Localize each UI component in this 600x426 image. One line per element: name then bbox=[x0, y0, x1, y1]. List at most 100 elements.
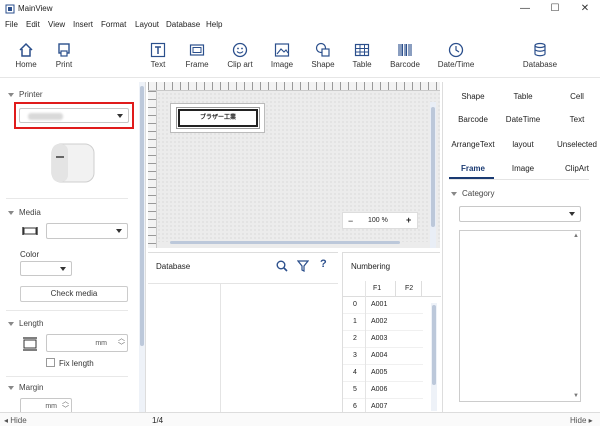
frame-icon bbox=[189, 44, 205, 56]
tab-shape[interactable]: Shape bbox=[447, 92, 499, 101]
tab-table[interactable]: Table bbox=[497, 92, 549, 101]
color-label: Color bbox=[20, 250, 40, 259]
length-stepper[interactable]: ︿ ﹀ bbox=[118, 335, 125, 351]
print-button[interactable]: Print bbox=[42, 34, 86, 76]
color-select[interactable] bbox=[20, 261, 72, 276]
maximize-button[interactable]: ☐ bbox=[540, 0, 570, 18]
database-button[interactable]: Database bbox=[518, 34, 562, 76]
zoom-control: − 100 % + bbox=[342, 212, 418, 229]
table-button[interactable]: Table bbox=[340, 34, 384, 76]
numbering-scrollbar[interactable] bbox=[431, 303, 437, 411]
scroll-thumb[interactable] bbox=[170, 241, 400, 244]
printer-select[interactable] bbox=[19, 108, 129, 123]
table-row[interactable]: 5 A006 bbox=[343, 382, 423, 399]
tab-frame[interactable]: Frame bbox=[447, 164, 499, 173]
printer-section-header[interactable]: Printer bbox=[8, 90, 43, 99]
label-canvas[interactable]: ブラザー工業 − 100 % + bbox=[148, 82, 440, 248]
hide-left-button[interactable]: ◂ Hide bbox=[4, 416, 27, 425]
menu-layout[interactable]: Layout bbox=[135, 20, 159, 29]
margin-input[interactable]: mm ︿ ﹀ bbox=[20, 398, 72, 412]
table-row[interactable]: 0 A001 bbox=[343, 297, 423, 314]
filter-icon[interactable] bbox=[297, 260, 309, 272]
fix-length-checkbox[interactable] bbox=[46, 358, 55, 367]
image-icon bbox=[274, 43, 290, 57]
table-row[interactable]: 3 A004 bbox=[343, 348, 423, 365]
table-row[interactable]: 4 A005 bbox=[343, 365, 423, 382]
right-panel: Shape Table Cell Barcode DateTime Text A… bbox=[442, 82, 600, 412]
menu-format[interactable]: Format bbox=[101, 20, 126, 29]
tab-text[interactable]: Text bbox=[551, 115, 600, 124]
collapse-icon bbox=[8, 210, 14, 215]
scroll-thumb[interactable] bbox=[140, 86, 144, 346]
margin-section-header[interactable]: Margin bbox=[8, 383, 43, 392]
frame-button[interactable]: Frame bbox=[175, 34, 219, 76]
table-row[interactable]: 1 A002 bbox=[343, 314, 423, 331]
tab-cell[interactable]: Cell bbox=[551, 92, 600, 101]
horizontal-ruler bbox=[148, 82, 440, 91]
menu-file[interactable]: File bbox=[5, 20, 18, 29]
menu-insert[interactable]: Insert bbox=[73, 20, 93, 29]
numbering-title: Numbering bbox=[351, 262, 391, 271]
date-time-button[interactable]: Date/Time bbox=[434, 34, 478, 76]
hide-right-button[interactable]: Hide ▸ bbox=[570, 416, 593, 425]
table-icon bbox=[354, 43, 370, 57]
scroll-thumb[interactable] bbox=[432, 305, 436, 385]
chevron-down-icon bbox=[116, 229, 122, 233]
tab-clipart[interactable]: ClipArt bbox=[551, 164, 600, 173]
fix-length-label: Fix length bbox=[59, 359, 94, 368]
scroll-up-icon[interactable]: ▲ bbox=[573, 233, 579, 239]
scroll-down-icon[interactable]: ▼ bbox=[573, 393, 579, 399]
check-media-button[interactable]: Check media bbox=[20, 286, 128, 302]
zoom-level: 100 % bbox=[368, 217, 388, 224]
status-bar: ◂ Hide 1/4 Hide ▸ bbox=[0, 412, 600, 426]
printer-icon bbox=[58, 43, 70, 57]
database-icon bbox=[534, 42, 546, 57]
length-input[interactable]: mm ︿ ﹀ bbox=[46, 334, 128, 352]
media-select[interactable] bbox=[46, 223, 128, 239]
help-icon[interactable]: ? bbox=[320, 258, 327, 270]
shape-button[interactable]: Shape bbox=[301, 34, 345, 76]
vertical-ruler bbox=[148, 91, 157, 248]
scroll-thumb[interactable] bbox=[431, 107, 435, 227]
text-button[interactable]: Text bbox=[136, 34, 180, 76]
category-list[interactable]: ▲ ▼ bbox=[459, 230, 581, 402]
toolbar: Home Print Text Frame Clip art Image Sha… bbox=[0, 34, 600, 78]
column-f1[interactable]: F1 bbox=[373, 285, 381, 292]
clip-art-button[interactable]: Clip art bbox=[218, 34, 262, 76]
margin-stepper[interactable]: ︿ ﹀ bbox=[62, 398, 69, 412]
tab-barcode[interactable]: Barcode bbox=[447, 115, 499, 124]
tab-image[interactable]: Image bbox=[497, 164, 549, 173]
label-tape[interactable]: ブラザー工業 bbox=[170, 103, 265, 133]
zoom-in-button[interactable]: + bbox=[406, 215, 411, 225]
chevron-down-icon bbox=[569, 212, 575, 216]
image-button[interactable]: Image bbox=[260, 34, 304, 76]
text-icon bbox=[150, 42, 166, 58]
zoom-out-button[interactable]: − bbox=[348, 216, 353, 226]
column-f2[interactable]: F2 bbox=[405, 285, 413, 292]
media-section-header[interactable]: Media bbox=[8, 208, 41, 217]
tab-datetime[interactable]: DateTime bbox=[497, 115, 549, 124]
search-icon[interactable] bbox=[276, 260, 288, 272]
minimize-button[interactable]: — bbox=[510, 0, 540, 18]
close-button[interactable]: ✕ bbox=[570, 0, 600, 18]
menu-database[interactable]: Database bbox=[166, 20, 200, 29]
canvas-hscroll[interactable] bbox=[160, 240, 426, 246]
chevron-down-icon bbox=[60, 266, 66, 271]
tab-layout[interactable]: layout bbox=[497, 140, 549, 149]
category-select[interactable] bbox=[459, 206, 581, 222]
tab-arrange-text[interactable]: ArrangeText bbox=[447, 140, 499, 149]
length-section-header[interactable]: Length bbox=[8, 319, 43, 328]
menu-view[interactable]: View bbox=[48, 20, 65, 29]
left-panel: Printer Media Color Check media Length m… bbox=[0, 82, 146, 412]
menu-edit[interactable]: Edit bbox=[26, 20, 40, 29]
tab-unselected[interactable]: Unselected bbox=[551, 140, 600, 149]
barcode-button[interactable]: Barcode bbox=[383, 34, 427, 76]
canvas-vscroll[interactable] bbox=[430, 102, 436, 248]
table-row[interactable]: 2 A003 bbox=[343, 331, 423, 348]
category-list-scrollbar[interactable]: ▲ ▼ bbox=[573, 233, 579, 399]
category-section-header[interactable]: Category bbox=[451, 189, 494, 198]
left-panel-scrollbar[interactable] bbox=[139, 82, 145, 412]
label-frame-text[interactable]: ブラザー工業 bbox=[176, 107, 260, 129]
barcode-icon bbox=[398, 44, 412, 56]
menu-help[interactable]: Help bbox=[206, 20, 222, 29]
